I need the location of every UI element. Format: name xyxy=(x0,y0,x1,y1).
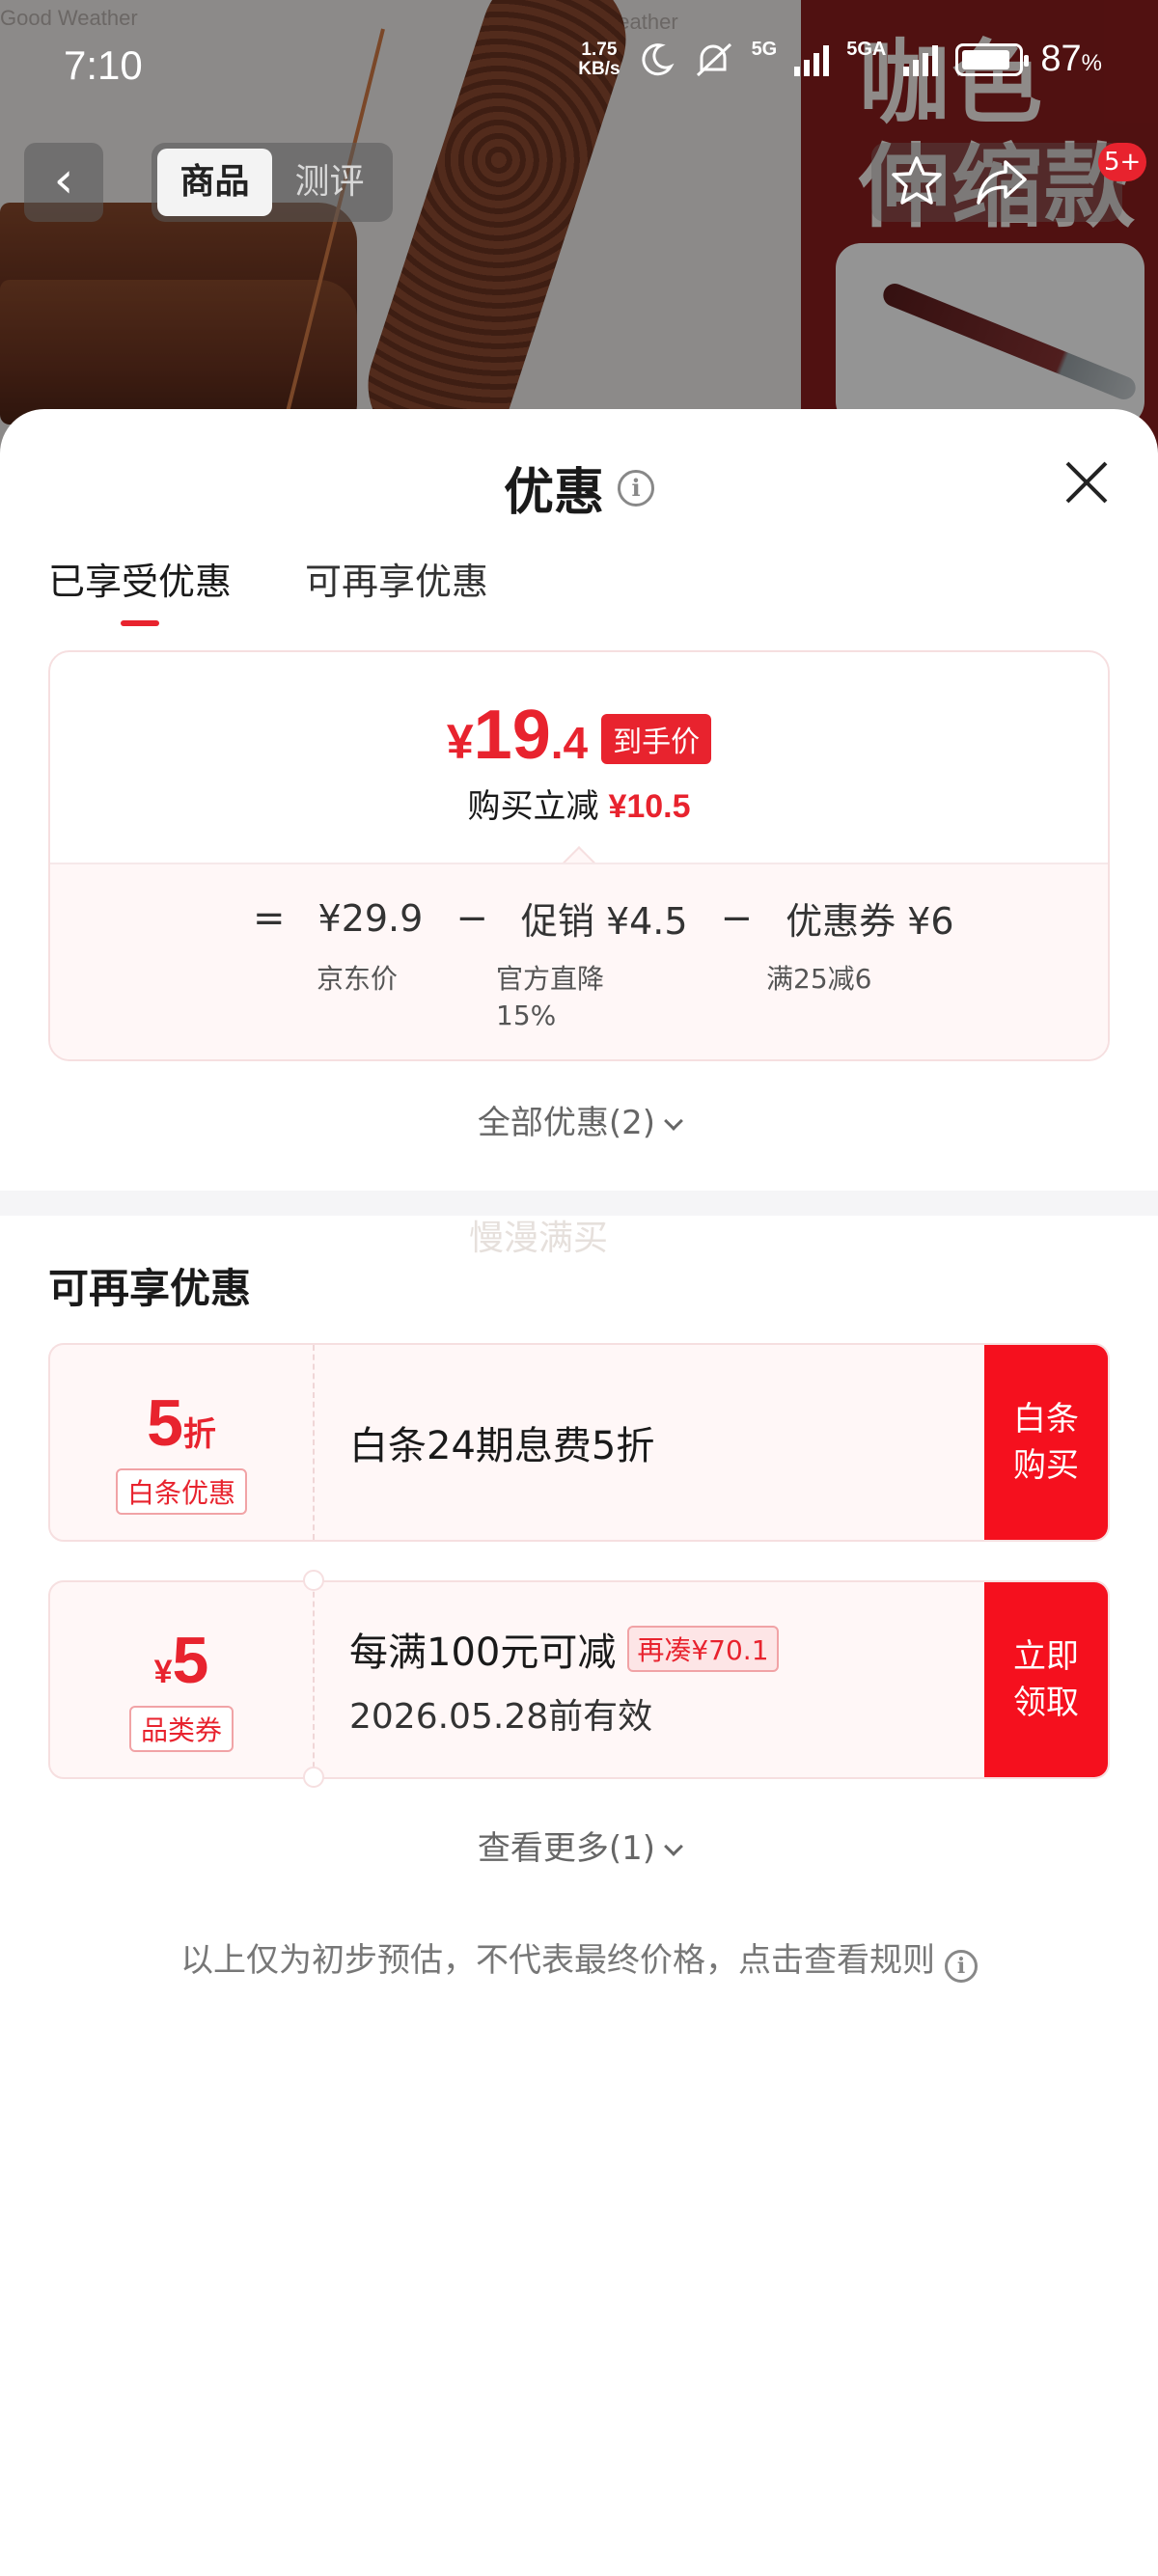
discount-sheet: 优惠 i 已享受优惠 可再享优惠 ¥19.4 到手价 购买立减 ¥10.5 = ¥… xyxy=(0,409,1158,2576)
coupon-title: 白条24期息费5折 xyxy=(349,1424,655,1468)
see-more-toggle[interactable]: 查看更多(1) xyxy=(0,1822,1158,1869)
back-button[interactable]: ‹ xyxy=(24,143,103,222)
status-icons: 1.75 KB/s 5G 5GA 87% xyxy=(578,39,1102,80)
tab-more-offers[interactable]: 可再享优惠 xyxy=(305,552,488,624)
promo-amount: 促销 ¥4.5 xyxy=(520,900,688,943)
coupon-value: 5折 xyxy=(147,1386,216,1460)
battery-percent: 87% xyxy=(1040,39,1102,79)
clock: 7:10 xyxy=(64,42,143,88)
close-icon[interactable] xyxy=(1058,453,1116,511)
chevron-down-icon xyxy=(664,1111,683,1131)
price-breakdown: = ¥29.9 − 促销 ¥4.5 − 优惠券 ¥6 京东价 官方直降 15% 满… xyxy=(50,863,1108,1059)
coupon-condition: 满25减6 xyxy=(766,963,872,995)
signal-icon xyxy=(794,43,830,76)
network-type-5g: 5G xyxy=(751,39,778,60)
coupon-title: 每满100元可减 xyxy=(349,1631,617,1675)
tab-goods[interactable]: 商品 xyxy=(157,149,272,216)
price-disclaimer-link[interactable]: 以上仅为初步预估，不代表最终价格，点击查看规则 i xyxy=(0,1933,1158,1983)
cart-badge: 5+ xyxy=(1098,143,1147,181)
minus-sign: − xyxy=(720,895,754,941)
final-price-summary: ¥19.4 到手价 购买立减 ¥10.5 xyxy=(50,652,1108,879)
minus-sign: − xyxy=(455,895,488,941)
info-icon: i xyxy=(945,1950,978,1983)
info-icon[interactable]: i xyxy=(618,469,654,507)
instant-saving: 购买立减 ¥10.5 xyxy=(467,787,691,826)
sheet-header: 优惠 i xyxy=(0,452,1158,524)
final-price: ¥19.4 xyxy=(446,697,589,774)
section-title: 可再享优惠 xyxy=(48,1265,252,1312)
coupon-validity: 2026.05.28前有效 xyxy=(349,1697,653,1737)
final-price-card: ¥19.4 到手价 购买立减 ¥10.5 = ¥29.9 − 促销 ¥4.5 − … xyxy=(48,650,1110,1061)
coupon-type-label: 品类券 xyxy=(128,1706,234,1752)
jd-price-label: 京东价 xyxy=(317,963,399,995)
final-price-tag: 到手价 xyxy=(601,714,712,764)
battery-icon xyxy=(955,42,1030,76)
product-top-nav: ‹ 商品 测评 xyxy=(0,143,1158,224)
discount-tabs: 已享受优惠 可再享优惠 xyxy=(48,552,488,626)
tab-reviews[interactable]: 测评 xyxy=(272,149,387,216)
coupon-card-category: ¥5 品类券 每满100元可减 再凑¥70.1 2026.05.28前有效 立即领… xyxy=(48,1580,1110,1779)
signal-icon xyxy=(903,43,939,76)
coupon-card-baitiao: 5折 白条优惠 白条24期息费5折 白条 购买 xyxy=(48,1343,1110,1542)
product-segment-tabs: 商品 测评 xyxy=(152,143,393,222)
network-type-5ga: 5GA xyxy=(846,39,887,60)
coupon-value: ¥5 xyxy=(153,1624,209,1697)
equals-sign: = xyxy=(253,895,286,941)
all-offers-toggle[interactable]: 全部优惠(2) xyxy=(0,1096,1158,1143)
network-speed: 1.75 KB/s xyxy=(578,39,620,79)
tab-enjoyed-offers[interactable]: 已享受优惠 xyxy=(48,552,232,626)
sheet-title: 优惠 xyxy=(503,464,604,522)
coupon-amount: 优惠券 ¥6 xyxy=(786,900,954,943)
star-icon[interactable] xyxy=(888,152,946,210)
claim-coupon-button[interactable]: 立即 领取 xyxy=(984,1582,1108,1777)
promo-description: 官方直降 15% xyxy=(496,963,605,1031)
add-on-chip: 再凑¥70.1 xyxy=(627,1626,779,1672)
chevron-left-icon: ‹ xyxy=(53,151,74,209)
baitiao-buy-button[interactable]: 白条 购买 xyxy=(984,1345,1108,1540)
share-icon[interactable] xyxy=(973,152,1031,210)
coupon-type-label: 白条优惠 xyxy=(115,1468,248,1515)
mute-bell-icon xyxy=(696,42,731,76)
moon-icon xyxy=(642,42,675,75)
jd-price: ¥29.9 xyxy=(317,896,424,940)
status-bar: 7:10 1.75 KB/s 5G 5GA 87% xyxy=(0,0,1158,135)
faded-label: 慢漫满买 xyxy=(469,1219,609,1258)
chevron-down-icon xyxy=(664,1837,683,1856)
